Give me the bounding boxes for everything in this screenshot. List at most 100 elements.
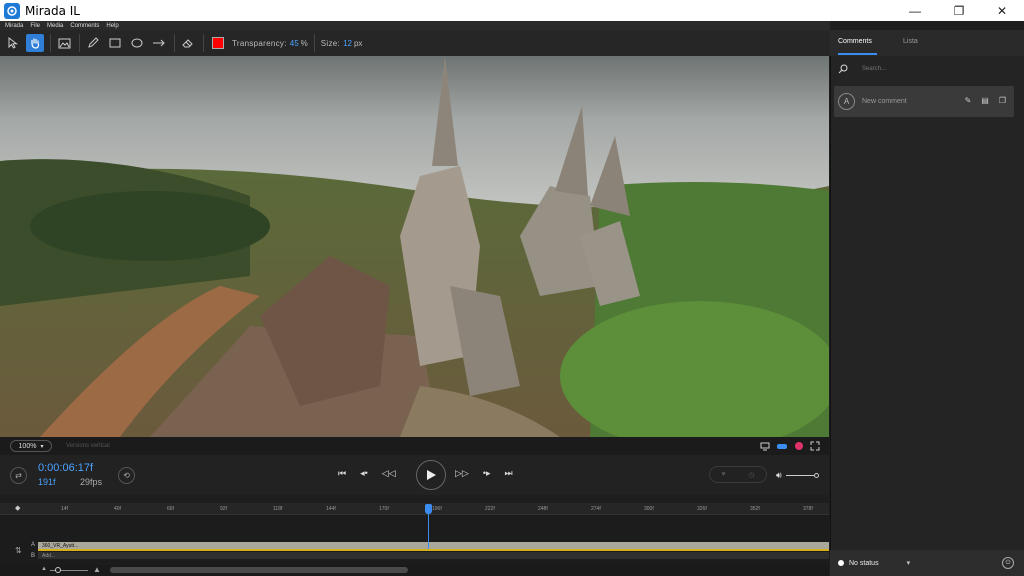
track-a-label: A xyxy=(31,542,36,548)
draw-icon[interactable]: ✎ xyxy=(965,96,972,105)
ruler-label: 144f xyxy=(326,506,336,512)
ruler-label: 326f xyxy=(697,506,707,512)
track-b-label: B xyxy=(31,553,36,559)
status-dropdown-label[interactable]: No status xyxy=(849,560,879,567)
volume-slider-handle[interactable] xyxy=(813,473,819,478)
minimize-icon: — xyxy=(909,3,921,18)
rewind-button[interactable]: ◁◁ xyxy=(382,468,396,479)
tab-comments[interactable]: Comments xyxy=(838,38,872,45)
close-button[interactable]: ✕ xyxy=(980,0,1024,21)
skip-end-button[interactable]: ⏭ xyxy=(505,468,513,479)
comment-search[interactable]: Search... xyxy=(835,61,1021,77)
minimize-button[interactable]: — xyxy=(893,0,937,21)
record-icon[interactable] xyxy=(794,441,804,451)
new-comment-card[interactable]: A New comment ✎ ▤ ❐ xyxy=(834,86,1014,117)
menu-item-file[interactable]: File xyxy=(30,23,40,29)
restore-icon: ❐ xyxy=(953,3,965,18)
volume-slider-track[interactable] xyxy=(785,475,814,476)
track-a-clip[interactable] xyxy=(38,542,829,549)
ruler-label: 274f xyxy=(591,506,601,512)
status-bar: No status ▾ ⏻ xyxy=(830,550,1024,576)
loop-icon: ⟲ xyxy=(123,471,130,480)
track-a-audio-line xyxy=(38,549,829,551)
video-viewer[interactable] xyxy=(0,56,829,437)
volume-control[interactable]: 🔊︎ xyxy=(776,470,819,481)
zoom-value: 100% xyxy=(18,442,37,450)
cursor-icon xyxy=(8,37,18,49)
version-selector[interactable]: Versions vertical xyxy=(66,443,110,449)
clock-icon: ◷ xyxy=(748,471,755,479)
step-forward-button[interactable]: •▸ xyxy=(483,468,491,479)
sync-icon: ⇄ xyxy=(15,471,22,480)
timecode[interactable]: 0:00:06:17f xyxy=(38,462,93,474)
skip-start-button[interactable]: ⏮ xyxy=(338,468,346,479)
display-icon[interactable] xyxy=(760,441,770,451)
playback-controls: ⏮ ◂• ◁◁ xyxy=(338,468,396,479)
arrow-tool-button[interactable] xyxy=(150,34,168,52)
step-back-button[interactable]: ◂• xyxy=(360,468,368,479)
play-icon xyxy=(427,470,436,480)
zoom-dropdown[interactable]: 100% ▾ xyxy=(10,440,52,452)
image-tool-button[interactable] xyxy=(55,34,73,52)
ruler-label: 222f xyxy=(485,506,495,512)
playback-controls-forward: ▷▷ •▸ ⏭ xyxy=(455,468,513,479)
arrow-icon xyxy=(153,39,165,47)
frame-number: 191f xyxy=(38,477,56,487)
loop-button[interactable]: ⟲ xyxy=(118,467,135,484)
search-input[interactable]: Search... xyxy=(862,66,886,72)
zoom-in-icon[interactable]: ▲ xyxy=(93,565,101,574)
transparency-label: Transparency: xyxy=(232,38,287,48)
fps-readout: 29fps xyxy=(80,477,103,487)
size-value[interactable]: 12 xyxy=(343,39,352,48)
select-tool-button[interactable] xyxy=(4,34,22,52)
heart-icon: ♥ xyxy=(721,471,726,478)
track-link-icon[interactable]: ⇅ xyxy=(15,546,22,555)
pencil-icon xyxy=(88,37,99,48)
ellipse-tool-button[interactable] xyxy=(128,34,146,52)
zoom-out-icon[interactable]: ▲ xyxy=(41,566,47,572)
new-comment-input[interactable]: New comment xyxy=(862,98,907,105)
ruler-label: 378f xyxy=(803,506,813,512)
color-swatch[interactable] xyxy=(212,37,224,49)
chevron-down-icon[interactable]: ▾ xyxy=(907,559,911,567)
track-b-clip-name: Add... xyxy=(42,553,56,559)
fullscreen-icon[interactable] xyxy=(810,441,820,451)
transparency-unit: % xyxy=(300,38,308,48)
timeline-scrollbar[interactable] xyxy=(110,567,408,573)
ruler-label: 66f xyxy=(167,506,174,512)
active-tab-indicator xyxy=(838,53,877,55)
reply-icon[interactable]: ▤ xyxy=(981,96,989,105)
app-logo-icon xyxy=(4,2,20,19)
app-title: Mirada IL xyxy=(25,3,80,18)
ellipse-icon xyxy=(131,38,143,48)
pencil-tool-button[interactable] xyxy=(84,34,102,52)
sync-button[interactable]: ⇄ xyxy=(10,467,27,484)
play-button[interactable] xyxy=(416,460,446,490)
avatar-initial: A xyxy=(843,97,850,106)
eraser-tool-button[interactable] xyxy=(179,34,197,52)
transparency-value[interactable]: 45 xyxy=(290,39,299,48)
hand-tool-button[interactable] xyxy=(26,34,44,52)
markers-group[interactable]: ♥ ◷ xyxy=(709,466,767,483)
track-b-clip[interactable] xyxy=(38,552,829,559)
title-bar: Mirada IL xyxy=(0,0,1024,21)
menu-item-mirada[interactable]: Mirada xyxy=(5,23,23,29)
tab-list[interactable]: Lista xyxy=(903,38,918,45)
menu-item-comments[interactable]: Comments xyxy=(70,23,99,29)
comment-actions: ✎ ▤ ❐ xyxy=(965,96,1006,105)
power-button[interactable]: ⏻ xyxy=(1002,557,1014,569)
menu-item-media[interactable]: Media xyxy=(47,23,63,29)
playhead-handle[interactable] xyxy=(425,504,432,514)
ruler-label: 352f xyxy=(750,506,760,512)
image-icon xyxy=(58,38,70,48)
timeline-zoom-handle[interactable] xyxy=(55,567,61,573)
fast-forward-button[interactable]: ▷▷ xyxy=(455,468,469,479)
rectangle-tool-button[interactable] xyxy=(106,34,124,52)
copy-icon[interactable]: ❐ xyxy=(999,96,1006,105)
avatar: A xyxy=(838,93,855,110)
menu-item-help[interactable]: Help xyxy=(106,23,118,29)
restore-button[interactable]: ❐ xyxy=(937,0,981,21)
eraser-icon xyxy=(182,39,193,48)
viewer-status-bar: 100% ▾ Versions vertical xyxy=(0,437,829,455)
vr-headset-icon[interactable] xyxy=(776,441,788,451)
